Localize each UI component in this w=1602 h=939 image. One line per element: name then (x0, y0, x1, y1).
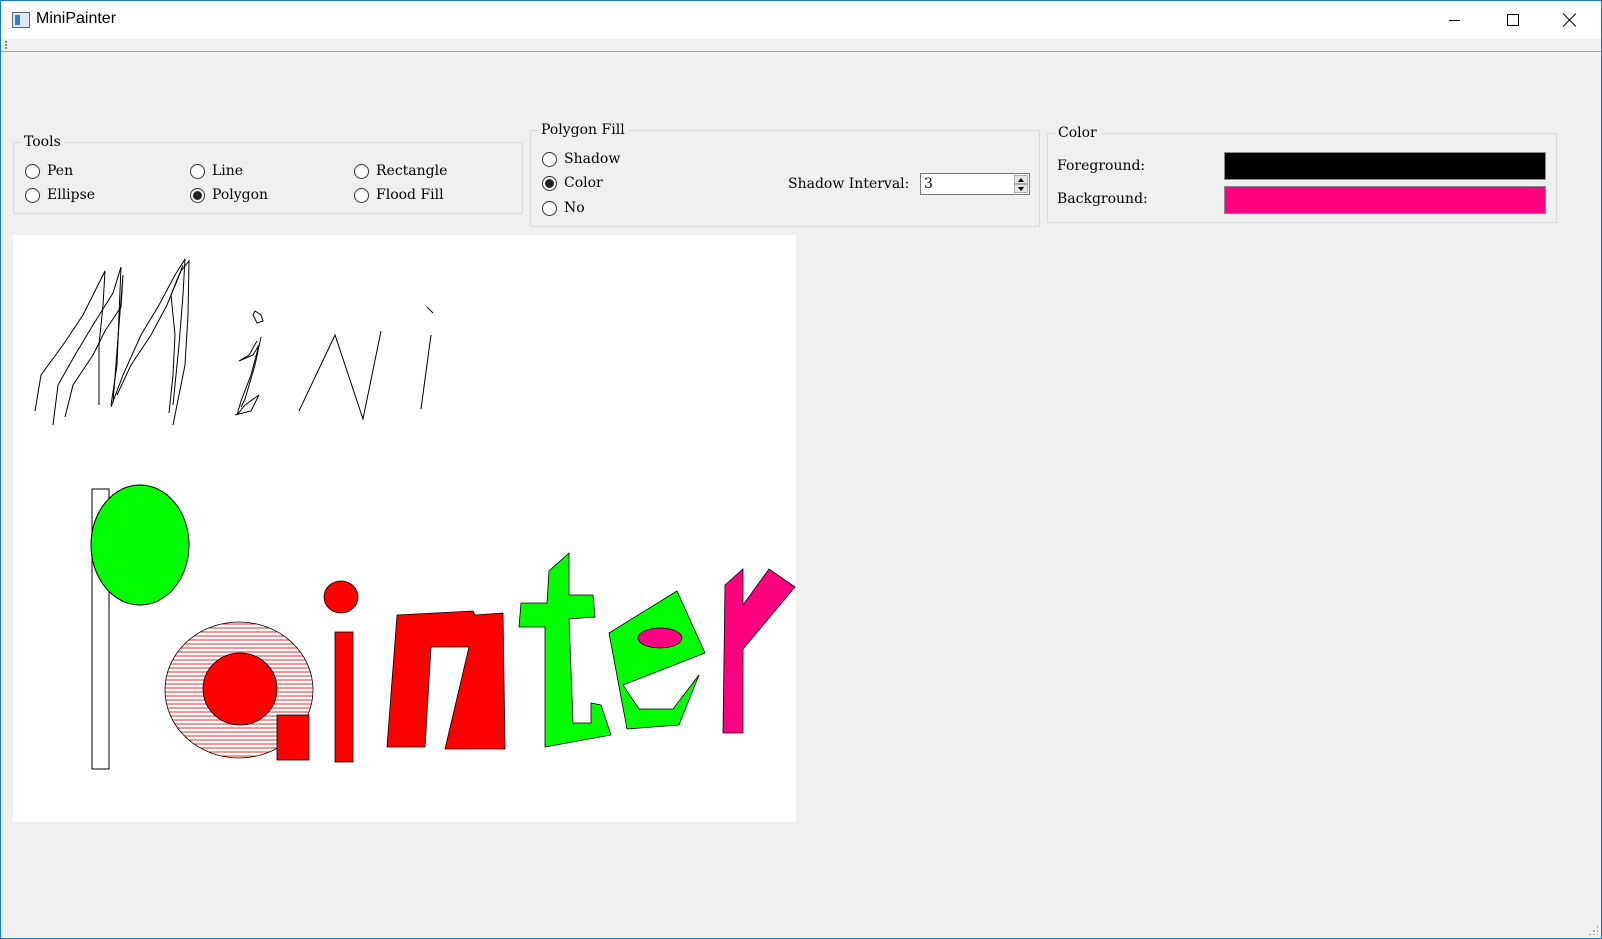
a-tail-rectangle (276, 714, 310, 761)
minimize-button[interactable] (1426, 1, 1484, 39)
radio-indicator (25, 163, 40, 179)
minimize-icon (1449, 20, 1460, 21)
r-polygon (722, 568, 796, 734)
fill-no-radio[interactable]: No (542, 200, 585, 216)
tools-group: Tools Pen Line Rectangle Ellipse Polygon… (13, 134, 523, 214)
tool-flood-fill-radio[interactable]: Flood Fill (354, 187, 444, 203)
close-button[interactable] (1542, 1, 1600, 39)
foreground-color-button[interactable] (1224, 152, 1546, 180)
app-icon (12, 12, 30, 28)
resize-grip-icon[interactable] (1588, 925, 1598, 935)
freehand-mini-strokes (34, 258, 434, 426)
p-bowl-ellipse (90, 484, 190, 606)
t-polygon (518, 552, 612, 748)
radio-indicator-checked (542, 175, 557, 191)
maximize-button[interactable] (1484, 1, 1542, 39)
shadow-interval-label: Shadow Interval: (788, 176, 910, 192)
radio-indicator-checked (190, 187, 205, 203)
e-polygon (608, 590, 706, 730)
fill-color-label: Color (564, 175, 603, 191)
spin-down-icon[interactable] (1014, 184, 1028, 193)
shadow-interval-value[interactable]: 3 (924, 176, 933, 192)
maximize-icon (1507, 14, 1519, 26)
tool-ellipse-label: Ellipse (47, 187, 96, 203)
tools-group-title: Tools (21, 134, 64, 150)
drawing-canvas[interactable] (13, 235, 796, 822)
radio-indicator (354, 187, 369, 203)
spin-up-icon[interactable] (1014, 175, 1028, 184)
radio-indicator (542, 200, 557, 216)
i-dot-ellipse (323, 580, 359, 614)
i-stem-rectangle (334, 631, 354, 763)
n-polygon (386, 610, 506, 750)
toolbar-area (1, 39, 1601, 52)
window-title: MiniPainter (36, 10, 117, 27)
tool-line-radio[interactable]: Line (190, 163, 243, 179)
color-group-title: Color (1055, 125, 1100, 141)
radio-indicator (354, 163, 369, 179)
fill-color-radio[interactable]: Color (542, 175, 603, 191)
background-label: Background: (1057, 191, 1148, 207)
foreground-label: Foreground: (1057, 158, 1146, 174)
fill-shadow-radio[interactable]: Shadow (542, 151, 620, 167)
radio-indicator (542, 151, 557, 167)
tool-line-label: Line (212, 163, 244, 179)
tool-polygon-label: Polygon (212, 187, 269, 203)
radio-indicator (25, 187, 40, 203)
tool-pen-label: Pen (47, 163, 74, 179)
tool-polygon-radio[interactable]: Polygon (190, 187, 268, 203)
tool-ellipse-radio[interactable]: Ellipse (25, 187, 95, 203)
background-color-button[interactable] (1224, 186, 1546, 214)
toolbar-grip-icon[interactable] (5, 41, 7, 49)
fill-shadow-label: Shadow (564, 151, 621, 167)
title-bar: MiniPainter (1, 1, 1601, 39)
canvas-drawing (34, 258, 796, 770)
close-icon (1563, 13, 1577, 27)
tool-rectangle-radio[interactable]: Rectangle (354, 163, 447, 179)
radio-indicator (190, 163, 205, 179)
tool-flood-fill-label: Flood Fill (376, 187, 444, 203)
polygon-fill-group-title: Polygon Fill (538, 122, 628, 138)
app-window: MiniPainter Tools Pen Line Rectangle Ell… (0, 0, 1602, 939)
a-inner-ellipse (202, 652, 278, 726)
tool-rectangle-label: Rectangle (376, 163, 448, 179)
fill-no-label: No (564, 200, 585, 216)
spin-buttons (1014, 175, 1028, 193)
e-eye-ellipse (637, 627, 683, 649)
tool-pen-radio[interactable]: Pen (25, 163, 73, 179)
shadow-interval-spinbox[interactable]: 3 (920, 173, 1030, 195)
